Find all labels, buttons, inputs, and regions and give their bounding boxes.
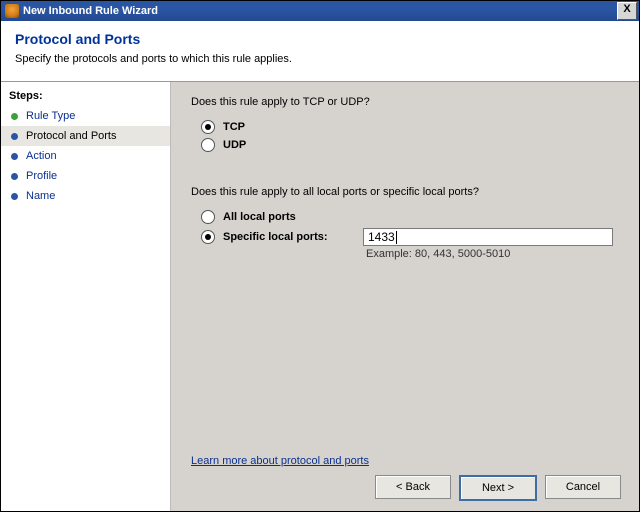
- page-description: Specify the protocols and ports to which…: [15, 53, 625, 65]
- wizard-header: Protocol and Ports Specify the protocols…: [1, 21, 639, 82]
- specific-ports-input[interactable]: 1433: [363, 228, 613, 246]
- step-rule-type[interactable]: Rule Type: [1, 106, 170, 126]
- bullet-icon: [11, 193, 18, 200]
- radio-label: UDP: [223, 139, 246, 151]
- step-profile[interactable]: Profile: [1, 166, 170, 186]
- learn-more-link[interactable]: Learn more about protocol and ports: [191, 455, 369, 467]
- radio-tcp[interactable]: TCP: [201, 120, 619, 134]
- bullet-icon: [11, 133, 18, 140]
- protocol-question: Does this rule apply to TCP or UDP?: [191, 96, 619, 108]
- bullet-icon: [11, 153, 18, 160]
- radio-label: TCP: [223, 121, 245, 133]
- back-button[interactable]: < Back: [375, 475, 451, 499]
- radio-icon[interactable]: [201, 210, 215, 224]
- steps-label: Steps:: [1, 88, 170, 106]
- cancel-button[interactable]: Cancel: [545, 475, 621, 499]
- bullet-icon: [11, 113, 18, 120]
- bullet-icon: [11, 173, 18, 180]
- wizard-window: New Inbound Rule Wizard X Protocol and P…: [0, 0, 640, 512]
- steps-sidebar: Steps: Rule Type Protocol and Ports Acti…: [1, 82, 171, 511]
- window-title: New Inbound Rule Wizard: [23, 5, 617, 17]
- wizard-button-bar: < Back Next > Cancel: [375, 475, 621, 501]
- step-name[interactable]: Name: [1, 186, 170, 206]
- firewall-icon: [5, 4, 19, 18]
- step-action[interactable]: Action: [1, 146, 170, 166]
- radio-icon[interactable]: [201, 138, 215, 152]
- radio-udp[interactable]: UDP: [201, 138, 619, 152]
- step-label: Rule Type: [26, 110, 75, 122]
- radio-icon[interactable]: [201, 230, 215, 244]
- radio-label: All local ports: [223, 211, 296, 223]
- radio-label: Specific local ports:: [223, 231, 343, 243]
- content-panel: Does this rule apply to TCP or UDP? TCP …: [171, 82, 639, 511]
- step-label: Profile: [26, 170, 57, 182]
- page-title: Protocol and Ports: [15, 31, 625, 47]
- radio-icon[interactable]: [201, 120, 215, 134]
- step-label: Protocol and Ports: [26, 130, 117, 142]
- step-protocol-and-ports[interactable]: Protocol and Ports: [1, 126, 170, 146]
- step-label: Name: [26, 190, 55, 202]
- ports-question: Does this rule apply to all local ports …: [191, 186, 619, 198]
- next-button[interactable]: Next >: [459, 475, 537, 501]
- text-caret: [396, 231, 397, 244]
- radio-all-local-ports[interactable]: All local ports: [201, 210, 619, 224]
- wizard-body: Steps: Rule Type Protocol and Ports Acti…: [1, 82, 639, 511]
- ports-example: Example: 80, 443, 5000-5010: [366, 248, 619, 260]
- close-icon[interactable]: X: [617, 2, 637, 20]
- step-label: Action: [26, 150, 57, 162]
- radio-specific-local-ports[interactable]: Specific local ports: 1433: [201, 228, 619, 246]
- titlebar[interactable]: New Inbound Rule Wizard X: [1, 1, 639, 21]
- input-value: 1433: [368, 230, 395, 244]
